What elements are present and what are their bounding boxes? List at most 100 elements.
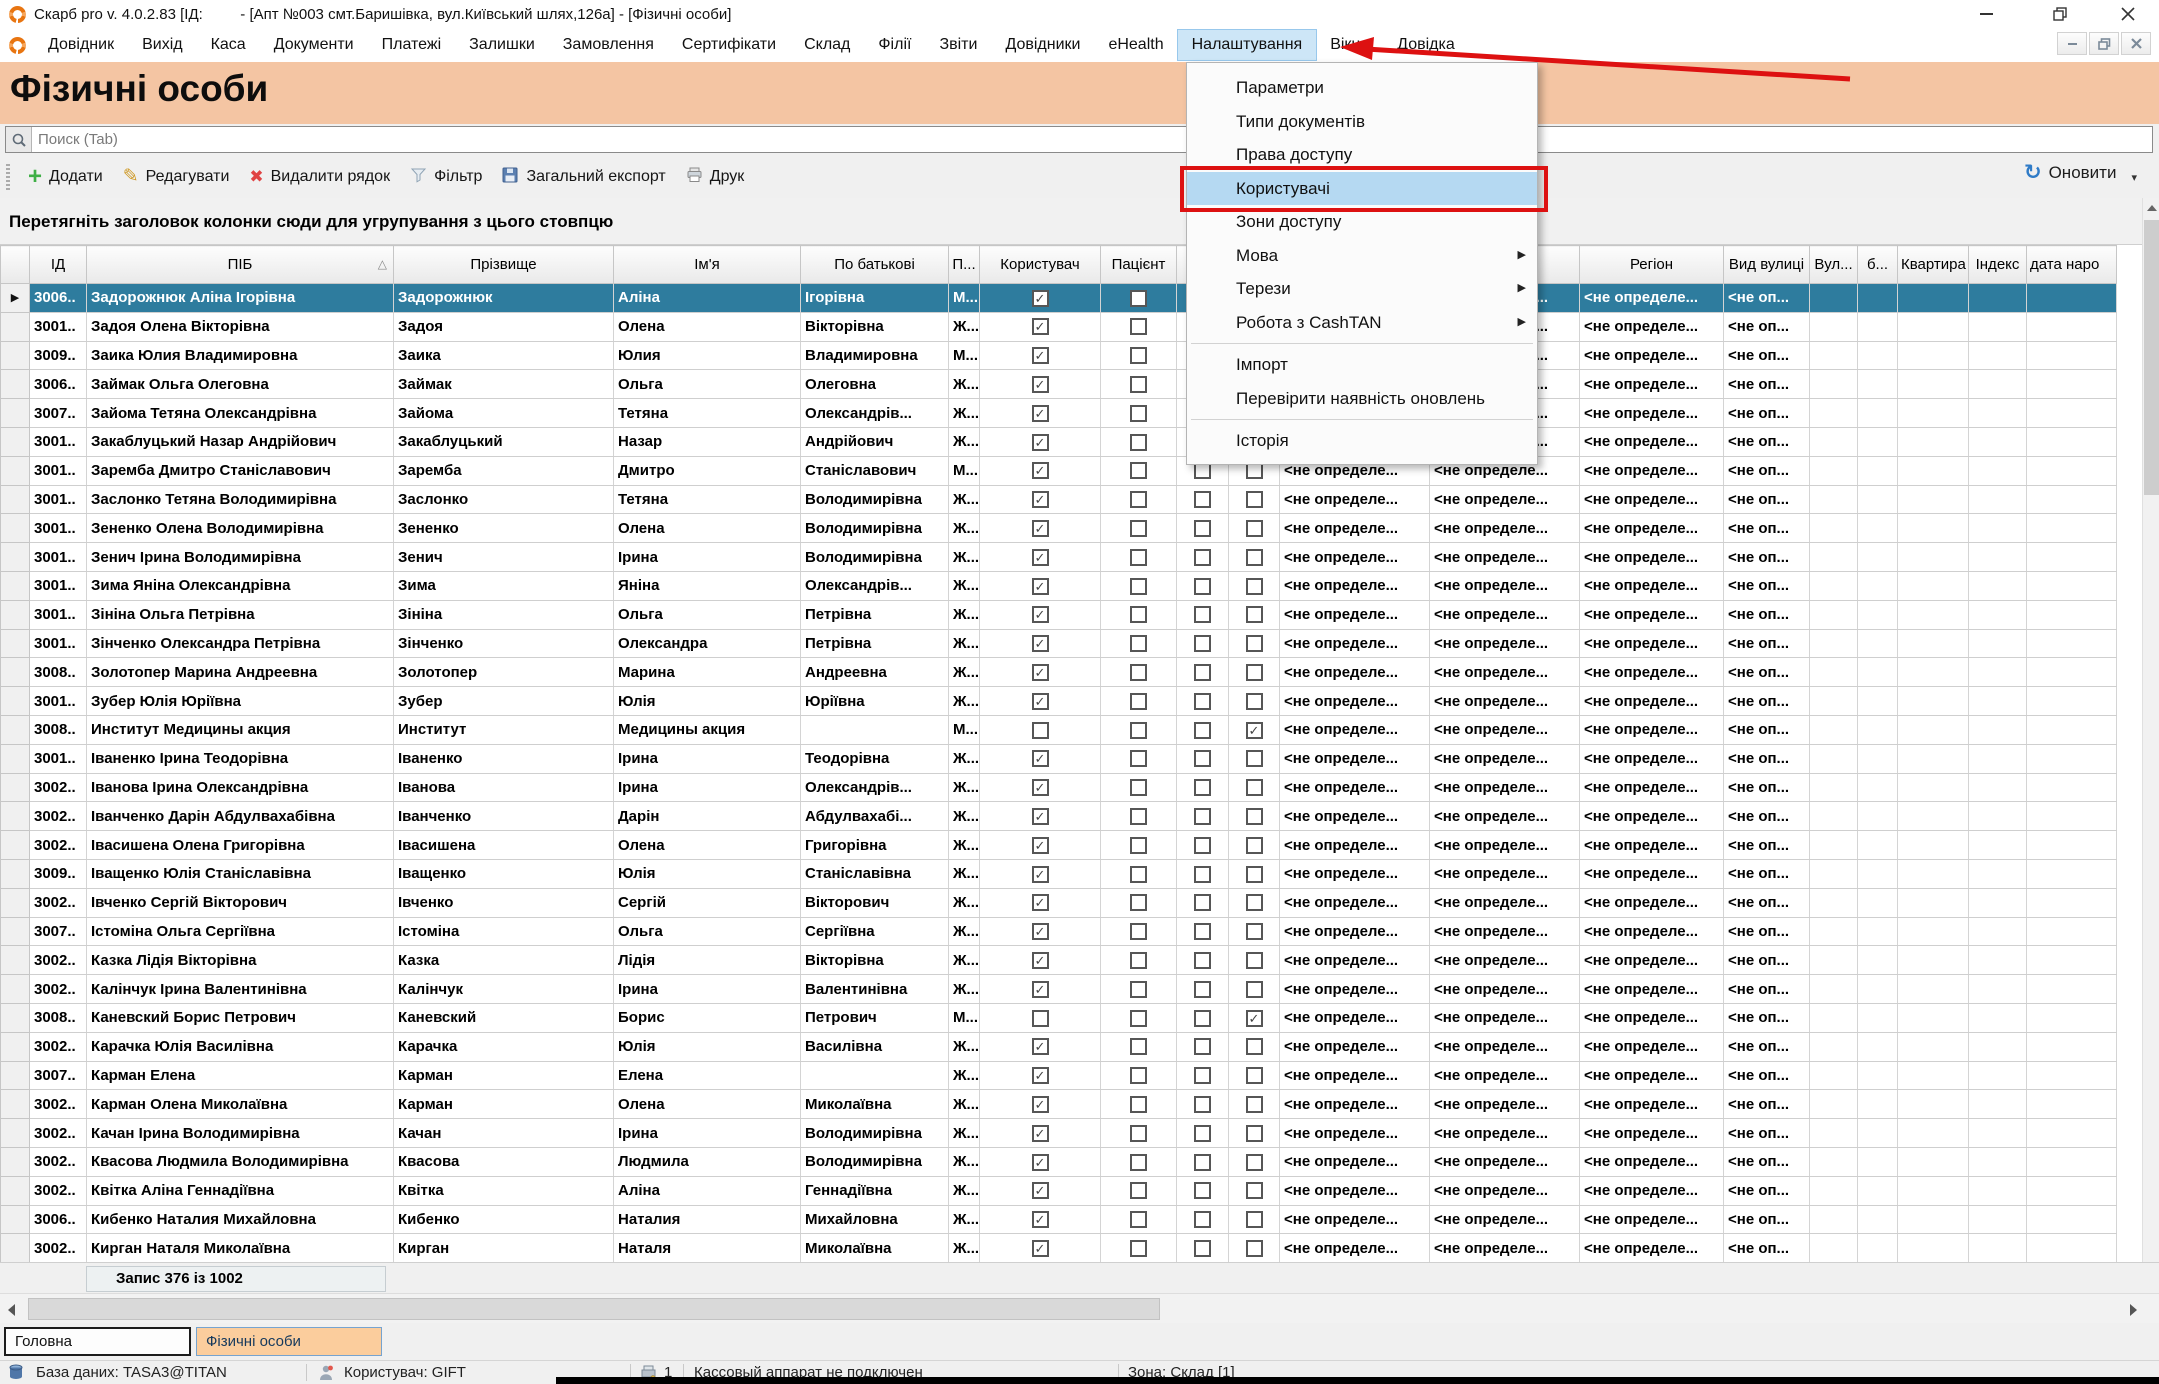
cell-patient-checkbox[interactable] — [1101, 1147, 1177, 1176]
menu-item-import[interactable]: Імпорт — [1187, 348, 1537, 382]
chevron-down-icon[interactable]: ▾ — [2131, 171, 2137, 184]
cell-patient-checkbox[interactable] — [1101, 312, 1177, 341]
checkbox-checked-icon[interactable]: ✓ — [1032, 318, 1049, 335]
column-header-birth_date[interactable]: дата наро — [2027, 246, 2117, 284]
cell-checkbox-1[interactable] — [1177, 1032, 1229, 1061]
toolbar-drag-handle[interactable] — [6, 164, 10, 190]
checkbox-checked-icon[interactable]: ✓ — [1032, 894, 1049, 911]
checkbox-checked-icon[interactable]: ✓ — [1246, 722, 1263, 739]
checkbox-checked-icon[interactable]: ✓ — [1032, 779, 1049, 796]
cell-checkbox-1[interactable] — [1177, 1090, 1229, 1119]
checkbox-checked-icon[interactable]: ✓ — [1032, 1067, 1049, 1084]
menu-item-korystuvachi[interactable]: Користувачі — [1187, 172, 1537, 206]
cell-checkbox-1[interactable] — [1177, 975, 1229, 1004]
cell-patient-checkbox[interactable] — [1101, 1176, 1177, 1205]
column-header-patient[interactable]: Пацієнт — [1101, 246, 1177, 284]
checkbox-unchecked-icon[interactable] — [1246, 1038, 1263, 1055]
table-row[interactable]: 3002..Івасишена Олена ГригорівнаІвасишен… — [1, 831, 2117, 860]
menu-item-prava-dostupu[interactable]: Права доступу — [1187, 138, 1537, 172]
cell-checkbox-2[interactable] — [1229, 917, 1280, 946]
cell-patient-checkbox[interactable] — [1101, 571, 1177, 600]
checkbox-unchecked-icon[interactable] — [1194, 491, 1211, 508]
checkbox-unchecked-icon[interactable] — [1194, 1038, 1211, 1055]
column-header-id[interactable]: ІД — [30, 246, 87, 284]
checkbox-unchecked-icon[interactable] — [1194, 606, 1211, 623]
menubar-item-vikno[interactable]: Вікно — [1316, 30, 1383, 60]
cell-checkbox-1[interactable] — [1177, 1205, 1229, 1234]
table-row[interactable]: 3001..Зененко Олена ВолодимирівнаЗененко… — [1, 514, 2117, 543]
checkbox-unchecked-icon[interactable] — [1194, 664, 1211, 681]
cell-patient-checkbox[interactable] — [1101, 427, 1177, 456]
menubar-item-kasa[interactable]: Каса — [197, 30, 260, 60]
checkbox-unchecked-icon[interactable] — [1130, 750, 1147, 767]
checkbox-unchecked-icon[interactable] — [1246, 981, 1263, 998]
table-row[interactable]: 3002..Івченко Сергій ВікторовичІвченкоСе… — [1, 888, 2117, 917]
cell-patient-checkbox[interactable] — [1101, 715, 1177, 744]
cell-user-checkbox[interactable]: ✓ — [980, 399, 1101, 428]
cell-checkbox-1[interactable] — [1177, 543, 1229, 572]
cell-checkbox-1[interactable] — [1177, 946, 1229, 975]
table-row[interactable]: 3002..Карман Олена МиколаївнаКарманОлена… — [1, 1090, 2117, 1119]
checkbox-checked-icon[interactable]: ✓ — [1032, 578, 1049, 595]
cell-checkbox-1[interactable] — [1177, 1119, 1229, 1148]
cell-checkbox-1[interactable] — [1177, 629, 1229, 658]
checkbox-checked-icon[interactable]: ✓ — [1032, 923, 1049, 940]
mdi-restore-button[interactable] — [2089, 32, 2119, 55]
menu-item-zony-dostupu[interactable]: Зони доступу — [1187, 205, 1537, 239]
menubar-item-sklad[interactable]: Склад — [790, 30, 864, 60]
checkbox-checked-icon[interactable]: ✓ — [1032, 981, 1049, 998]
cell-patient-checkbox[interactable] — [1101, 399, 1177, 428]
table-row[interactable]: 3001..Заремба Дмитро СтаніславовичЗаремб… — [1, 456, 2117, 485]
checkbox-unchecked-icon[interactable] — [1246, 750, 1263, 767]
cell-patient-checkbox[interactable] — [1101, 1205, 1177, 1234]
menubar-item-filiyi[interactable]: Філії — [864, 30, 925, 60]
cell-user-checkbox[interactable]: ✓ — [980, 1090, 1101, 1119]
column-header-indicator[interactable] — [1, 246, 30, 284]
cell-checkbox-1[interactable] — [1177, 1234, 1229, 1262]
cell-user-checkbox[interactable]: ✓ — [980, 629, 1101, 658]
cell-user-checkbox[interactable]: ✓ — [980, 859, 1101, 888]
cell-checkbox-2[interactable] — [1229, 543, 1280, 572]
table-row[interactable]: 3006..Кибенко Наталия МихайловнаКибенкоН… — [1, 1205, 2117, 1234]
checkbox-unchecked-icon[interactable] — [1246, 1154, 1263, 1171]
checkbox-checked-icon[interactable]: ✓ — [1032, 290, 1049, 307]
window-restore-button[interactable] — [2037, 0, 2083, 28]
checkbox-unchecked-icon[interactable] — [1246, 549, 1263, 566]
checkbox-unchecked-icon[interactable] — [1246, 808, 1263, 825]
cell-checkbox-2[interactable] — [1229, 571, 1280, 600]
cell-user-checkbox[interactable]: ✓ — [980, 888, 1101, 917]
cell-checkbox-1[interactable] — [1177, 744, 1229, 773]
checkbox-checked-icon[interactable]: ✓ — [1032, 1154, 1049, 1171]
cell-checkbox-2[interactable] — [1229, 629, 1280, 658]
cell-patient-checkbox[interactable] — [1101, 658, 1177, 687]
checkbox-unchecked-icon[interactable] — [1246, 1125, 1263, 1142]
cell-user-checkbox[interactable]: ✓ — [980, 456, 1101, 485]
cell-patient-checkbox[interactable] — [1101, 370, 1177, 399]
checkbox-unchecked-icon[interactable] — [1130, 405, 1147, 422]
checkbox-unchecked-icon[interactable] — [1130, 1182, 1147, 1199]
cell-checkbox-2[interactable] — [1229, 1119, 1280, 1148]
table-row[interactable]: 3002..Квітка Аліна ГеннадіївнаКвіткаАлін… — [1, 1176, 2117, 1205]
checkbox-checked-icon[interactable]: ✓ — [1032, 635, 1049, 652]
cell-checkbox-2[interactable] — [1229, 687, 1280, 716]
checkbox-checked-icon[interactable]: ✓ — [1032, 520, 1049, 537]
cell-checkbox-1[interactable] — [1177, 715, 1229, 744]
table-row[interactable]: 3006..Займак Ольга ОлеговнаЗаймакОльгаОл… — [1, 370, 2117, 399]
cell-patient-checkbox[interactable] — [1101, 831, 1177, 860]
cell-checkbox-2[interactable] — [1229, 485, 1280, 514]
vertical-scrollbar-thumb[interactable] — [2144, 220, 2159, 495]
cell-checkbox-1[interactable] — [1177, 1176, 1229, 1205]
checkbox-unchecked-icon[interactable] — [1130, 952, 1147, 969]
window-minimize-button[interactable] — [1963, 0, 2009, 28]
checkbox-unchecked-icon[interactable] — [1194, 693, 1211, 710]
table-row[interactable]: 3002..Квасова Людмила ВолодимирівнаКвасо… — [1, 1147, 2117, 1176]
cell-user-checkbox[interactable]: ✓ — [980, 370, 1101, 399]
cell-user-checkbox[interactable]: ✓ — [980, 1061, 1101, 1090]
checkbox-unchecked-icon[interactable] — [1194, 1182, 1211, 1199]
checkbox-unchecked-icon[interactable] — [1194, 923, 1211, 940]
menu-item-parametry[interactable]: Параметри — [1187, 71, 1537, 105]
checkbox-unchecked-icon[interactable] — [1130, 866, 1147, 883]
cell-checkbox-1[interactable] — [1177, 888, 1229, 917]
checkbox-unchecked-icon[interactable] — [1246, 837, 1263, 854]
checkbox-unchecked-icon[interactable] — [1130, 491, 1147, 508]
